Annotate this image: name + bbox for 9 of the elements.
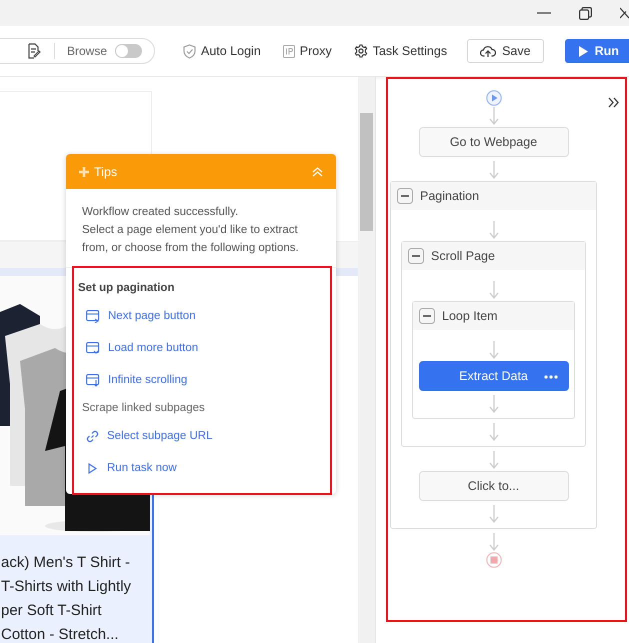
section-heading: Set up pagination — [78, 281, 176, 296]
tips-message: Select a page element you'd like to extract from, or choose from the following options. — [82, 223, 300, 256]
browse-label: Browse — [66, 44, 107, 58]
section-heading: Scrape linked subpages — [81, 401, 206, 416]
loop-label: Pagination — [420, 189, 480, 203]
loop-label: Scroll Page — [431, 249, 495, 263]
tips-title: Tips — [94, 164, 118, 178]
tips-message: Workflow created successfully. — [82, 205, 240, 220]
loop-label: Loop Item — [442, 309, 498, 323]
